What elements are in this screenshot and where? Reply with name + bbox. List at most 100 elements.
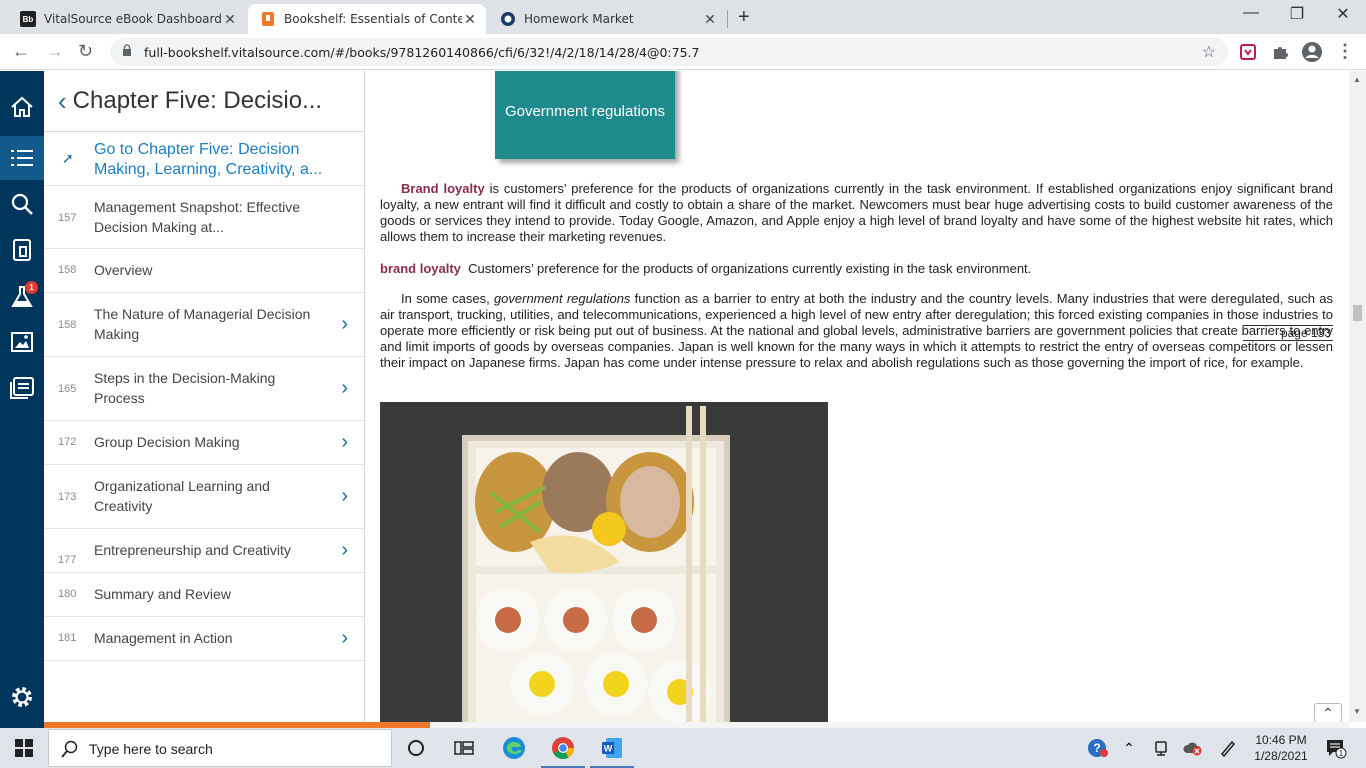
close-tab-icon[interactable]: ✕ <box>702 11 718 28</box>
search-icon <box>61 740 78 758</box>
toc-page-number: 180 <box>58 588 77 600</box>
toc-item[interactable]: 172 Group Decision Making › <box>44 421 364 465</box>
search-icon[interactable] <box>0 182 44 226</box>
toc-item-label: The Nature of Managerial Decision Making <box>94 306 311 342</box>
reload-icon[interactable]: ↻ <box>78 41 93 62</box>
chevron-right-icon[interactable]: › <box>341 313 348 336</box>
word-icon[interactable]: W <box>600 736 624 760</box>
sushi-bento-photo[interactable] <box>380 402 828 722</box>
glossary-text: Customers’ preference for the products o… <box>468 261 1032 276</box>
browser-tab-strip: Bb VitalSource eBook Dashboard – E ✕ Boo… <box>0 0 1366 34</box>
paragraph-text: In some cases, <box>401 291 494 306</box>
chevron-right-icon[interactable]: › <box>341 627 348 650</box>
flashcards-icon[interactable] <box>0 228 44 272</box>
tab-vitalsource-dashboard[interactable]: Bb VitalSource eBook Dashboard – E ✕ <box>8 4 246 34</box>
go-to-chapter-label: Go to Chapter Five: Decision Making, Lea… <box>94 141 323 178</box>
search-placeholder: Type here to search <box>89 741 213 757</box>
notes-icon[interactable] <box>0 366 44 410</box>
tab-bookshelf[interactable]: Bookshelf: Essentials of Contemp ✕ <box>248 4 486 34</box>
chevron-right-icon[interactable]: › <box>341 431 348 454</box>
task-view-icon[interactable] <box>452 736 476 760</box>
edge-browser-icon[interactable] <box>502 736 526 760</box>
bookmark-star-icon[interactable]: ☆ <box>1202 42 1216 62</box>
action-center-icon[interactable]: 1 <box>1324 736 1348 760</box>
image-gallery-icon[interactable] <box>0 320 44 364</box>
windows-start-icon[interactable] <box>0 728 48 768</box>
extensions-puzzle-icon[interactable] <box>1271 43 1289 61</box>
toc-item-label: Overview <box>94 262 153 278</box>
toc-item-label: Management in Action <box>94 630 233 646</box>
minimize-button[interactable]: — <box>1228 4 1274 22</box>
close-window-button[interactable]: ✕ <box>1320 4 1366 24</box>
cortana-icon[interactable] <box>404 736 428 760</box>
toc-page-number: 172 <box>58 436 77 448</box>
toc-header: ‹ Chapter Five: Decisio... <box>44 71 364 132</box>
toc-item[interactable]: 157 Management Snapshot: Effective Decis… <box>44 186 364 249</box>
toc-item[interactable]: 181 Management in Action › <box>44 617 364 661</box>
settings-gear-icon[interactable] <box>0 675 44 719</box>
restore-button[interactable]: ❐ <box>1274 4 1320 24</box>
tab-title: Homework Market <box>524 12 634 26</box>
toc-page-number: 181 <box>58 632 77 644</box>
url-text: full-bookshelf.vitalsource.com/#/books/9… <box>144 45 700 60</box>
extension-shield-icon[interactable] <box>1239 43 1257 61</box>
windows-taskbar: Type here to search W ? ⌃ 10:46 PM 1/28/… <box>0 728 1366 768</box>
chevron-right-icon[interactable]: › <box>341 539 348 562</box>
scroll-to-top-button[interactable]: ⌃ <box>1314 703 1342 723</box>
home-icon[interactable] <box>0 85 44 129</box>
pen-workspace-icon[interactable] <box>1216 736 1240 760</box>
toc-item[interactable]: 177 Entrepreneurship and Creativity › <box>44 529 364 573</box>
toc-item[interactable]: 180 Summary and Review <box>44 573 364 617</box>
government-regulations-callout: Government regulations <box>495 71 675 159</box>
italic-term: government regulations <box>493 291 631 306</box>
toc-item-label: Steps in the Decision-Making Process <box>94 370 276 406</box>
notification-badge: 1 <box>25 281 38 294</box>
taskbar-search-box[interactable]: Type here to search <box>48 729 392 767</box>
new-tab-button[interactable]: + <box>738 6 750 29</box>
close-tab-icon[interactable]: ✕ <box>462 11 478 28</box>
forward-arrow-icon[interactable]: → <box>46 41 64 62</box>
chapter-title: Chapter Five: Decisio... <box>72 87 323 114</box>
browser-menu-icon[interactable]: ⋮ <box>1336 41 1354 62</box>
tab-title: VitalSource eBook Dashboard – E <box>44 12 222 26</box>
system-clock[interactable]: 10:46 PM 1/28/2021 <box>1246 732 1316 764</box>
table-of-contents-icon[interactable] <box>0 136 44 180</box>
chrome-browser-icon[interactable] <box>551 736 575 760</box>
chevron-right-icon[interactable]: › <box>341 485 348 508</box>
close-tab-icon[interactable]: ✕ <box>222 11 238 28</box>
scroll-down-arrow-icon[interactable]: ▼ <box>1353 707 1361 716</box>
paragraph-government-regulations: In some cases, government regulations fu… <box>380 291 1333 371</box>
toc-item[interactable]: 173 Organizational Learning and Creativi… <box>44 465 364 529</box>
chevron-right-icon[interactable]: › <box>341 377 348 400</box>
key-term[interactable]: Brand loyalty <box>401 181 485 196</box>
scroll-up-arrow-icon[interactable]: ▲ <box>1353 75 1361 84</box>
toc-item[interactable]: 158 The Nature of Managerial Decision Ma… <box>44 293 364 357</box>
back-arrow-icon[interactable]: ← <box>12 41 30 62</box>
reader-icon-rail: 1 <box>0 71 44 728</box>
bookshelf-icon <box>260 11 276 27</box>
cloud-error-icon[interactable] <box>1181 736 1205 760</box>
lock-icon <box>123 44 131 56</box>
chevron-left-icon[interactable]: ‹ <box>58 86 67 117</box>
tab-title: Bookshelf: Essentials of Contemp <box>284 12 462 26</box>
go-to-chapter-link[interactable]: ➚ Go to Chapter Five: Decision Making, L… <box>44 132 364 186</box>
tab-homework-market[interactable]: Homework Market ✕ <box>488 4 726 34</box>
toc-item[interactable]: 165 Steps in the Decision-Making Process… <box>44 357 364 421</box>
address-bar[interactable]: full-bookshelf.vitalsource.com/#/books/9… <box>110 38 1228 66</box>
glossary-term: brand loyalty <box>380 261 461 276</box>
toc-page-number: 158 <box>58 264 77 276</box>
glossary-definition: brand loyalty Customers’ preference for … <box>380 261 1333 277</box>
toc-page-number: 173 <box>58 491 77 503</box>
toc-item[interactable]: 158 Overview <box>44 249 364 293</box>
toc-item-label: Summary and Review <box>94 586 231 602</box>
scroll-thumb[interactable] <box>1353 305 1362 321</box>
toc-page-number: 158 <box>58 319 77 331</box>
profile-avatar-icon[interactable] <box>1301 41 1323 63</box>
lab-flask-icon[interactable]: 1 <box>0 275 44 319</box>
toc-item-label: Group Decision Making <box>94 434 240 450</box>
reader-scrollbar[interactable]: ▲ ▼ <box>1349 71 1366 722</box>
help-alert-icon[interactable]: ? <box>1086 736 1110 760</box>
svg-text:W: W <box>604 744 613 754</box>
show-hidden-icons-chevron-icon[interactable]: ⌃ <box>1117 736 1141 760</box>
network-icon[interactable] <box>1149 736 1173 760</box>
